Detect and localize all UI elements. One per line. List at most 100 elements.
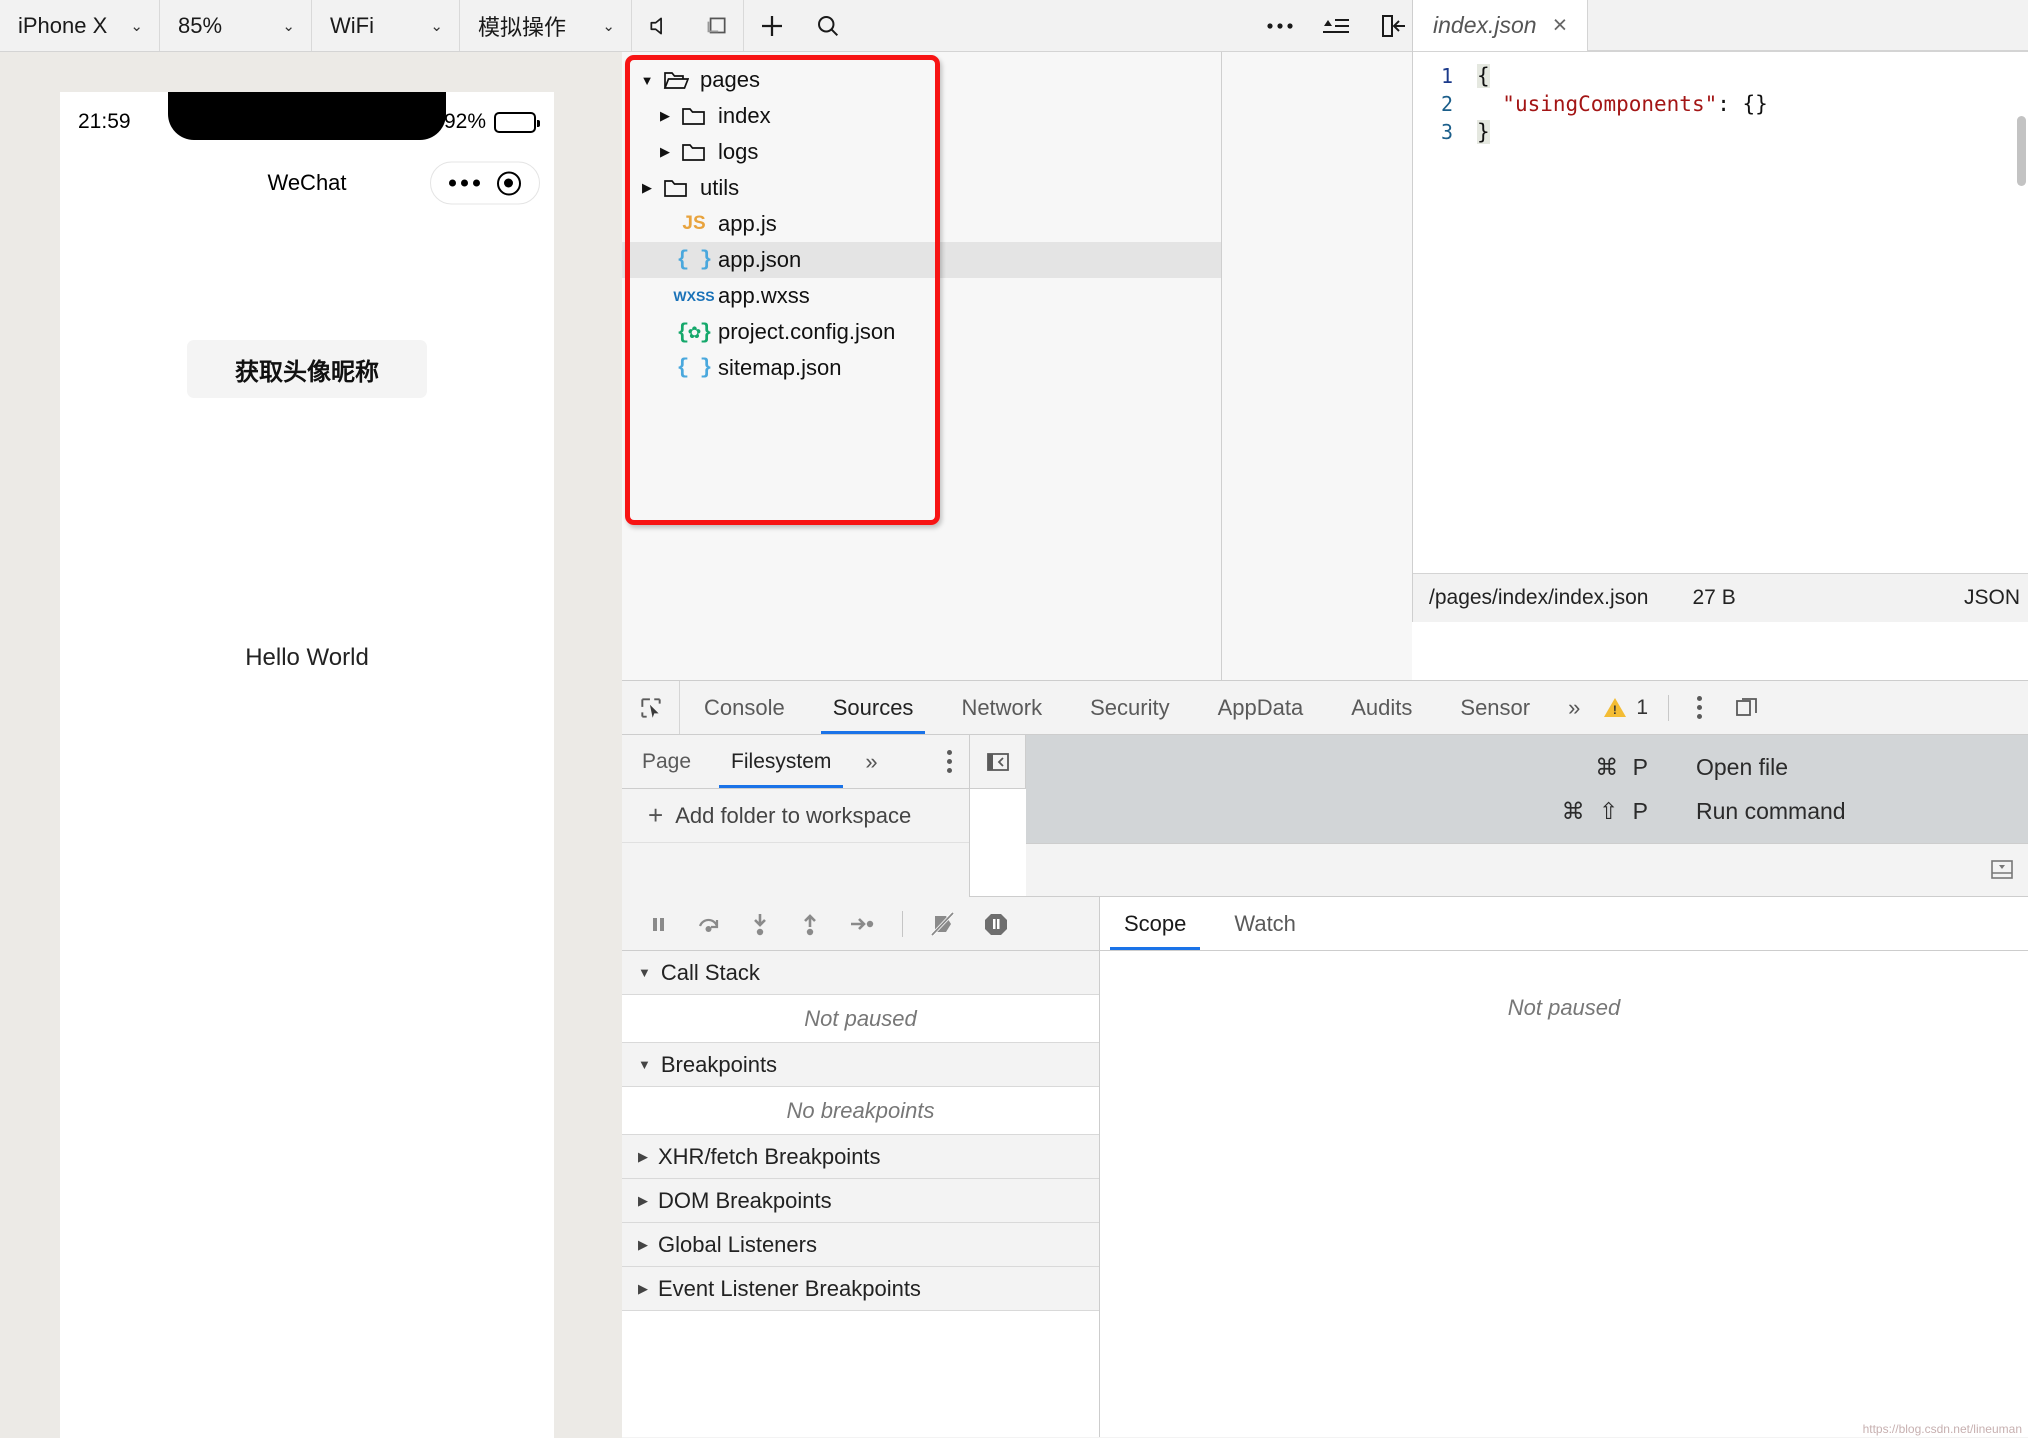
tab-watch[interactable]: Watch (1210, 897, 1320, 950)
devtools-tab-network[interactable]: Network (937, 681, 1066, 734)
file-tree-row-app-js[interactable]: ▶JSapp.js (622, 206, 1221, 242)
navigator-overflow-icon[interactable]: » (851, 749, 891, 775)
accordion-header-dom-breakpoints[interactable]: ▶ DOM Breakpoints (622, 1179, 1099, 1223)
accordion-title: DOM Breakpoints (658, 1187, 832, 1213)
device-select[interactable]: iPhone X ⌄ (0, 0, 160, 51)
editor-tab-bar-rest (1588, 0, 2028, 51)
navigator-empty-space (622, 843, 969, 897)
editor-tab-bar: index.json × (1413, 0, 2028, 52)
step-out-icon[interactable] (798, 911, 822, 937)
navigator-kebab-icon[interactable] (929, 750, 969, 773)
warning-count: 1 (1636, 695, 1649, 719)
editor-scrollbar[interactable] (2017, 116, 2026, 186)
simulate-action-select[interactable]: 模拟操作 ⌄ (460, 0, 632, 51)
step-over-icon[interactable] (696, 912, 722, 936)
devtools-tab-label: Sources (832, 694, 914, 720)
devtools-tab-security[interactable]: Security (1066, 681, 1193, 734)
get-userinfo-button[interactable]: 获取头像昵称 (187, 340, 427, 398)
close-icon[interactable]: × (1553, 13, 1568, 38)
wechat-capsule-button[interactable] (430, 161, 540, 205)
show-navigator-icon[interactable] (970, 735, 1026, 789)
tab-scope[interactable]: Scope (1100, 897, 1210, 950)
zoom-select[interactable]: 85% ⌄ (160, 0, 312, 51)
editor-tab-label: index.json (1433, 12, 1537, 38)
chevron-down-icon: ▼ (638, 1057, 651, 1072)
file-tree-row-project-config-json[interactable]: ▶{✿}project.config.json (622, 314, 1221, 350)
editor-code-area[interactable]: 1 { 2 "usingComponents": {} 3 } (1413, 52, 2028, 573)
file-tree-label: app.wxss (718, 283, 810, 308)
scope-empty-message: Not paused (1507, 995, 1621, 1020)
watermark: https://blog.csdn.net/lineuman (1862, 1422, 2022, 1436)
accordion-header-event-listener-breakpoints[interactable]: ▶ Event Listener Breakpoints (622, 1267, 1099, 1311)
sub-tab-filesystem[interactable]: Filesystem (711, 735, 851, 788)
more-icon[interactable] (1252, 0, 1308, 51)
add-icon[interactable] (744, 0, 800, 51)
devtools-tab-sources[interactable]: Sources (809, 681, 938, 734)
accordion-header-breakpoints[interactable]: ▼ Breakpoints (622, 1043, 1099, 1087)
sub-tab-page[interactable]: Page (622, 735, 711, 788)
deactivate-breakpoints-icon[interactable] (929, 911, 957, 937)
accordion-body: No breakpoints (622, 1087, 1099, 1135)
devtools-overflow-icon[interactable]: » (1554, 695, 1594, 721)
step-into-icon[interactable] (748, 911, 772, 937)
file-tree-label: project.config.json (718, 319, 896, 344)
file-tree-row-app-wxss[interactable]: ▶WXSSapp.wxss (622, 278, 1221, 314)
file-tree-row-index[interactable]: ▶ index (622, 98, 1221, 134)
devtools-tab-sensor[interactable]: Sensor (1436, 681, 1554, 734)
shortcut-label: Run command (1696, 797, 1846, 824)
chevron-right-icon[interactable]: ▶ (636, 180, 658, 196)
editor-status-bar: /pages/index/index.json 27 B JSON (1413, 573, 2028, 622)
file-tree-row-utils[interactable]: ▶ utils (622, 170, 1221, 206)
chevron-down-icon: ▼ (638, 965, 651, 980)
search-icon[interactable] (800, 0, 856, 51)
battery-percent: 92% (443, 110, 486, 133)
chevron-right-icon[interactable]: ▶ (654, 144, 676, 160)
accordion-header-call-stack[interactable]: ▼ Call Stack (622, 951, 1099, 995)
file-tree-row-app-json[interactable]: ▶{ }app.json (622, 242, 1221, 278)
line-number: 2 (1440, 92, 1453, 116)
chevron-right-icon: ▶ (638, 1280, 648, 1296)
pause-on-exceptions-icon[interactable] (983, 911, 1009, 937)
network-select-value: WiFi (330, 12, 374, 38)
pause-icon[interactable] (646, 912, 670, 936)
devtools-tab-label: Sensor (1460, 694, 1531, 720)
inspect-element-icon[interactable] (622, 681, 680, 734)
file-tree-row-logs[interactable]: ▶ logs (622, 134, 1221, 170)
code-editor-panel: index.json × 1 { 2 "usingComponents": {}… (1412, 0, 2028, 622)
code-text: "usingComponents": {} (1502, 92, 1768, 116)
file-tree-label: sitemap.json (718, 355, 842, 380)
debugger-toolbar-row: Scope Watch (622, 897, 2028, 951)
accordion-title: XHR/fetch Breakpoints (658, 1143, 881, 1169)
editor-tab-index-json[interactable]: index.json × (1413, 0, 1589, 51)
devtools-tab-appdata[interactable]: AppData (1194, 681, 1328, 734)
clear-icon[interactable] (1308, 0, 1364, 51)
battery-icon (494, 111, 540, 133)
status-time: 21:59 (78, 110, 131, 133)
devtools-dock-icon[interactable] (1719, 696, 1775, 720)
file-tree-row-sitemap-json[interactable]: ▶{ }sitemap.json (622, 350, 1221, 386)
warning-badge[interactable]: 1 (1594, 696, 1658, 720)
network-select[interactable]: WiFi ⌄ (312, 0, 460, 51)
phone-nav-bar: WeChat (60, 152, 554, 214)
step-icon[interactable] (848, 912, 876, 936)
mute-icon[interactable] (632, 0, 688, 51)
file-tree-row-pages[interactable]: ▼ pages (622, 62, 1221, 98)
chevron-right-icon[interactable]: ▶ (654, 108, 676, 124)
chevron-right-icon: ▶ (638, 1192, 648, 1208)
accordion-header-xhr-fetch-breakpoints[interactable]: ▶ XHR/fetch Breakpoints (622, 1135, 1099, 1179)
shortcut-row: ⌘ ⇧ P Run command (1546, 789, 2028, 833)
more-dots-icon[interactable] (449, 179, 481, 187)
code-line: 1 { (1413, 62, 2028, 90)
devtools-tabs: Console Sources Network Security AppData Audi… (680, 681, 1554, 734)
file-tree-panel[interactable]: ▼pages▶index▶logs▶utils▶JSapp.js▶{ }app.… (622, 52, 1222, 680)
chevron-down-icon[interactable]: ▼ (636, 73, 658, 88)
devtools-tab-audits[interactable]: Audits (1327, 681, 1436, 734)
accordion-header-global-listeners[interactable]: ▶ Global Listeners (622, 1223, 1099, 1267)
devtools-tab-console[interactable]: Console (680, 681, 809, 734)
chevron-down-icon: ⌄ (282, 17, 295, 35)
devtools-settings-kebab-icon[interactable] (1679, 696, 1719, 719)
window-icon[interactable] (688, 0, 744, 51)
accordion-title: Call Stack (660, 959, 760, 985)
add-folder-to-workspace-button[interactable]: + Add folder to workspace (622, 789, 969, 843)
close-target-icon[interactable] (496, 171, 521, 195)
